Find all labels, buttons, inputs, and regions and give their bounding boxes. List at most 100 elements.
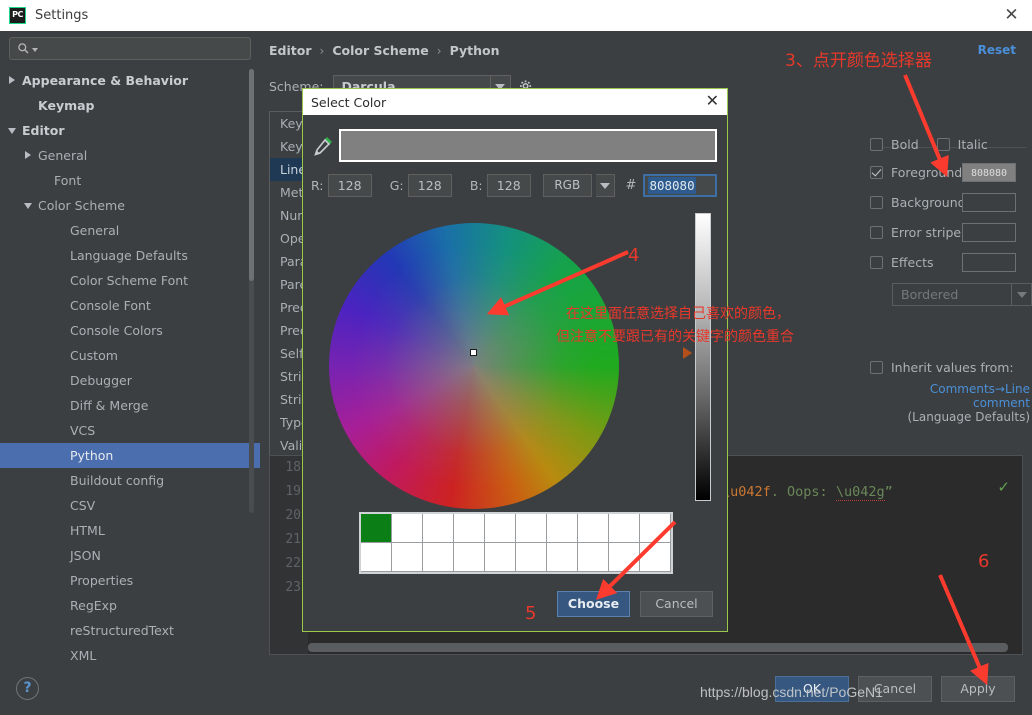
italic-checkbox[interactable] (936, 137, 950, 151)
sidebar-item-json[interactable]: JSON (0, 543, 260, 568)
color-swatch-cell[interactable] (454, 514, 485, 543)
chevron-down-icon[interactable] (24, 201, 33, 210)
color-swatch-cell[interactable] (609, 543, 640, 572)
color-swatch-cell[interactable] (578, 543, 609, 572)
search-icon (18, 43, 29, 54)
search-dropdown-icon[interactable] (32, 48, 38, 52)
sidebar-item-color-scheme[interactable]: Color Scheme (0, 193, 260, 218)
sidebar-item-console-font[interactable]: Console Font (0, 293, 260, 318)
sidebar-item-custom[interactable]: Custom (0, 343, 260, 368)
color-swatch-cell[interactable] (392, 543, 423, 572)
apply-button[interactable]: Apply (941, 676, 1015, 702)
sidebar-item-general[interactable]: General (0, 143, 260, 168)
sidebar-scrollbar-thumb[interactable] (249, 69, 254, 281)
effects-type-select[interactable]: Bordered (892, 283, 1032, 306)
color-swatch-cell[interactable] (640, 514, 671, 543)
color-swatch-grid[interactable] (359, 512, 673, 574)
sidebar-item-python[interactable]: Python (0, 443, 260, 468)
dialog-close-icon[interactable]: ✕ (706, 92, 719, 110)
eyedropper-icon[interactable] (313, 134, 335, 158)
sidebar-item-editor[interactable]: Editor (0, 118, 260, 143)
color-swatch-cell[interactable] (485, 514, 516, 543)
sidebar-item-diff-merge[interactable]: Diff & Merge (0, 393, 260, 418)
effects-color-swatch[interactable] (962, 252, 1016, 272)
sidebar-item-appearance-behavior[interactable]: Appearance & Behavior (0, 68, 260, 93)
breadcrumb-item[interactable]: Editor (269, 43, 312, 58)
chevron-right-icon[interactable] (24, 151, 33, 160)
color-mode-select[interactable]: RGB (542, 174, 592, 197)
color-swatch-cell[interactable] (547, 543, 578, 572)
foreground-checkbox[interactable] (870, 165, 883, 179)
effects-type-value: Bordered (901, 287, 959, 302)
color-swatch-cell[interactable] (609, 514, 640, 543)
dialog-title-bar: Select Color ✕ (303, 89, 727, 115)
color-swatch-cell[interactable] (423, 543, 454, 572)
choose-button[interactable]: Choose (557, 591, 630, 617)
hex-input[interactable]: 808080 (643, 174, 718, 197)
breadcrumb-separator: › (436, 43, 442, 58)
chevron-down-icon[interactable] (1011, 284, 1031, 305)
sidebar-item-html[interactable]: HTML (0, 518, 260, 543)
chevron-down-icon[interactable] (8, 126, 17, 135)
inherit-source-link[interactable]: Comments→Line comment (870, 382, 1030, 410)
error-stripe-checkbox[interactable] (870, 225, 883, 239)
blue-input[interactable]: 128 (486, 174, 531, 197)
color-swatch-cell[interactable] (361, 543, 392, 572)
color-swatch-cell[interactable] (578, 514, 609, 543)
sidebar-item-properties[interactable]: Properties (0, 568, 260, 593)
sidebar-item-label: Color Scheme (38, 198, 125, 213)
color-wheel-cursor[interactable] (470, 349, 477, 356)
brightness-slider[interactable] (695, 213, 711, 501)
bold-checkbox[interactable] (870, 137, 883, 151)
background-row: Background (870, 187, 1032, 217)
sidebar-item-language-defaults[interactable]: Language Defaults (0, 243, 260, 268)
foreground-color-swatch[interactable]: 808080 (962, 162, 1016, 182)
green-input[interactable]: 128 (407, 174, 452, 197)
red-input[interactable]: 128 (327, 174, 372, 197)
sidebar-item-font[interactable]: Font (0, 168, 260, 193)
chevron-right-icon[interactable] (8, 76, 17, 85)
color-swatch-cell[interactable] (454, 543, 485, 572)
dialog-cancel-button[interactable]: Cancel (640, 591, 713, 617)
effects-checkbox[interactable] (870, 255, 883, 269)
sidebar-item-label: Python (70, 448, 114, 463)
reset-link[interactable]: Reset (978, 43, 1016, 57)
sidebar-item-restructuredtext[interactable]: reStructuredText (0, 618, 260, 643)
color-wheel[interactable] (329, 223, 619, 509)
color-swatch-cell[interactable] (423, 514, 454, 543)
preview-horizontal-scrollbar[interactable] (308, 643, 1008, 652)
chevron-down-icon[interactable] (595, 174, 615, 197)
sidebar-item-regexp[interactable]: RegExp (0, 593, 260, 618)
sidebar-item-general[interactable]: General (0, 218, 260, 243)
background-color-swatch[interactable] (962, 192, 1016, 212)
sidebar-item-csv[interactable]: CSV (0, 493, 260, 518)
sidebar-item-label: Console Font (70, 298, 151, 313)
sidebar-item-debugger[interactable]: Debugger (0, 368, 260, 393)
sidebar-item-color-scheme-font[interactable]: Color Scheme Font (0, 268, 260, 293)
color-swatch-cell[interactable] (361, 514, 392, 543)
help-button[interactable]: ? (16, 677, 39, 700)
green-label: G: (389, 178, 404, 193)
sidebar-item-console-colors[interactable]: Console Colors (0, 318, 260, 343)
brightness-slider-handle[interactable] (683, 347, 692, 359)
breadcrumb-item[interactable]: Color Scheme (332, 43, 428, 58)
search-input[interactable] (9, 37, 251, 60)
sidebar-item-keymap[interactable]: Keymap (0, 93, 260, 118)
error-stripe-color-swatch[interactable] (962, 222, 1016, 242)
background-checkbox[interactable] (870, 195, 883, 209)
window-close-icon[interactable]: ✕ (1003, 7, 1020, 24)
color-swatch-cell[interactable] (516, 514, 547, 543)
color-swatch-cell[interactable] (392, 514, 423, 543)
sidebar-item-buildout-config[interactable]: Buildout config (0, 468, 260, 493)
color-swatch-cell[interactable] (640, 543, 671, 572)
color-swatch-cell[interactable] (516, 543, 547, 572)
sidebar-item-vcs[interactable]: VCS (0, 418, 260, 443)
color-swatch-cell[interactable] (547, 514, 578, 543)
breadcrumb-item[interactable]: Python (450, 43, 500, 58)
color-swatch-cell[interactable] (485, 543, 516, 572)
inherit-checkbox[interactable] (870, 360, 883, 374)
